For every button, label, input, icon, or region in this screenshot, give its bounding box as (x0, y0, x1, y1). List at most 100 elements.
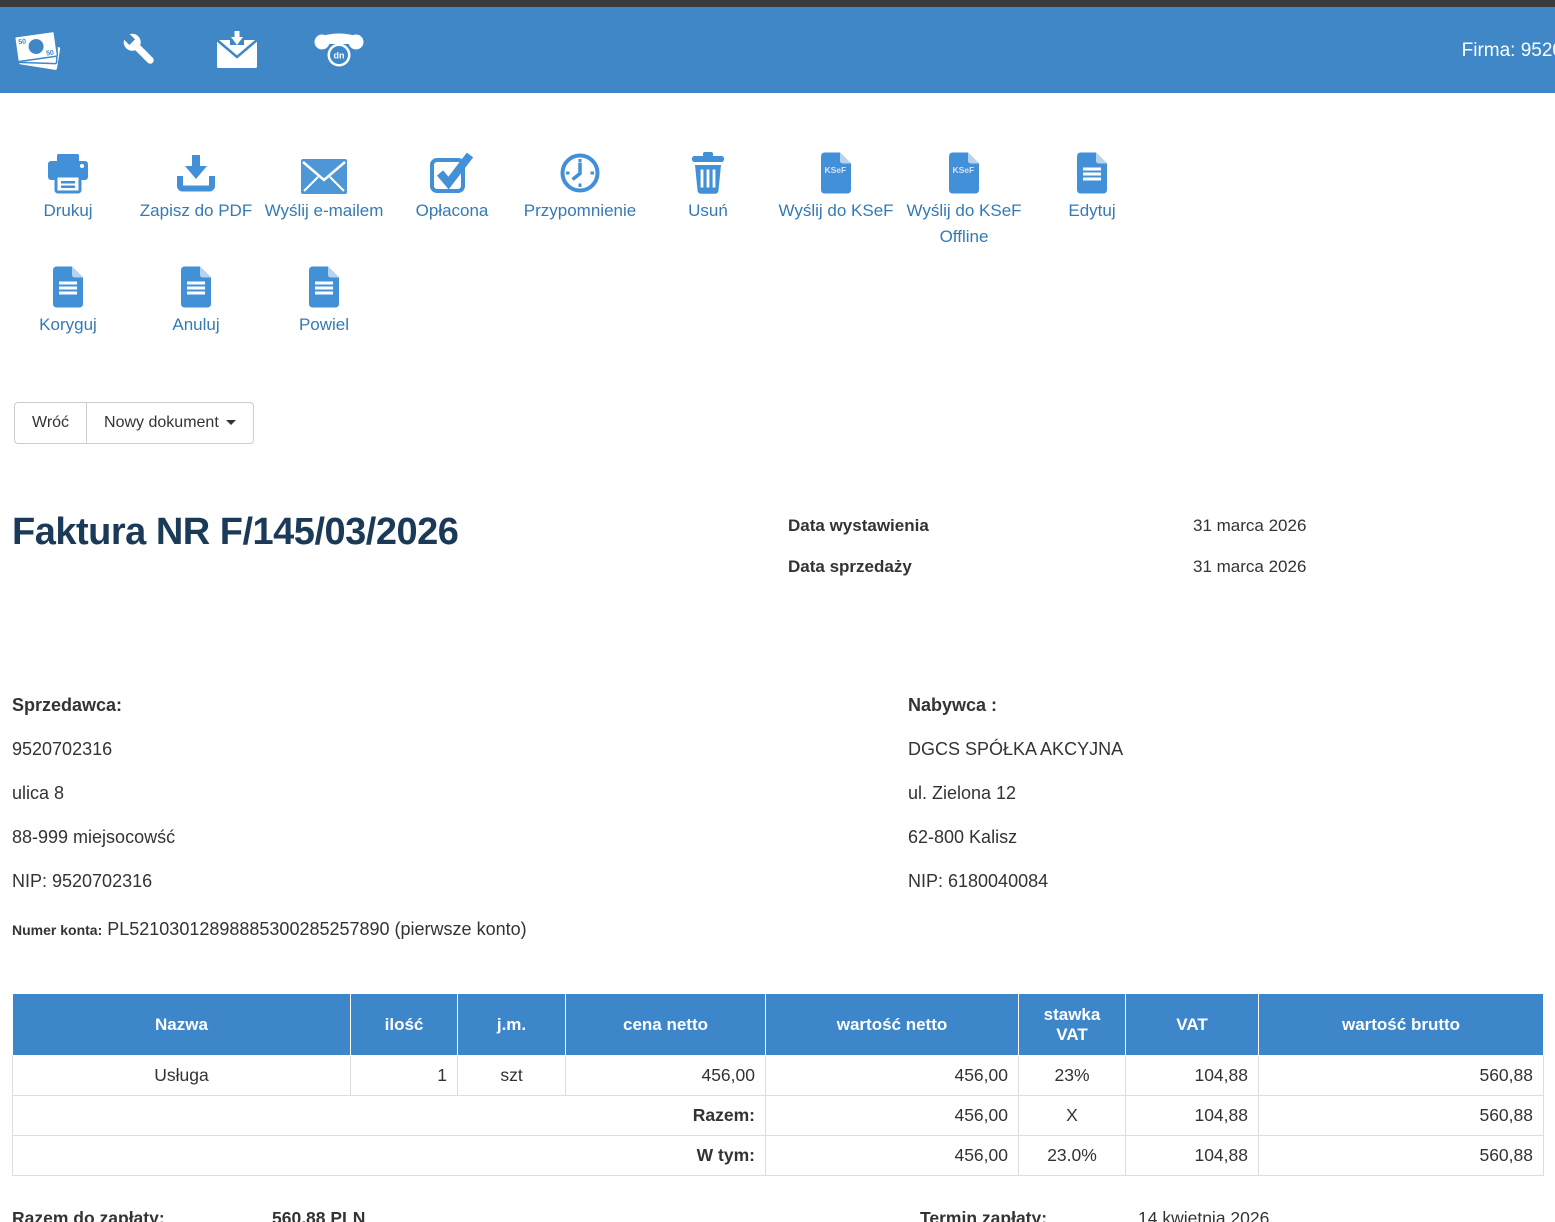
header-ilosc: ilość (351, 994, 458, 1056)
item-qty: 1 (351, 1056, 458, 1096)
file-text-icon (51, 264, 85, 308)
toolbar-label: Koryguj (39, 312, 97, 338)
printer-icon (46, 150, 90, 194)
save-pdf-button[interactable]: Zapisz do PDF (132, 150, 260, 224)
issue-date-label: Data wystawienia (788, 516, 1193, 536)
item-unit: szt (458, 1056, 566, 1096)
summary-label: W tym: (13, 1136, 766, 1176)
toolbar-label: Opłacona (416, 198, 489, 224)
header-vat: VAT (1126, 994, 1259, 1056)
file-text-icon (179, 264, 213, 308)
item-vat-amount: 104,88 (1126, 1056, 1259, 1096)
summary-vat-rate: 23.0% (1019, 1136, 1126, 1176)
check-square-icon (430, 150, 474, 194)
correct-button[interactable]: Koryguj (4, 264, 132, 338)
buyer-city: 62-800 Kalisz (908, 826, 1555, 848)
total-due-label: Razem do zapłaty: (12, 1208, 165, 1222)
toolbar-label: Edytuj (1068, 198, 1115, 224)
header-stawka-vat: stawka VAT (1019, 994, 1126, 1056)
svg-text:50: 50 (18, 38, 27, 46)
svg-text:dn: dn (334, 51, 345, 61)
toolbar-label: Usuń (688, 198, 728, 224)
send-ksef-offline-button[interactable]: KSeF Wyślij do KSeF Offline (900, 150, 1028, 250)
window-top-strip (0, 0, 1555, 7)
issue-date-row: Data wystawienia31 marca 2026 (788, 516, 1508, 557)
parties-section: Sprzedawca: 9520702316 ulica 8 88-999 mi… (0, 694, 1555, 946)
chevron-down-icon (226, 420, 236, 425)
sale-date-row: Data sprzedaży31 marca 2026 (788, 557, 1508, 598)
account-number-label: Numer konta: (12, 922, 102, 938)
svg-text:50: 50 (46, 50, 55, 58)
summary-net-value: 456,00 (766, 1096, 1019, 1136)
buyer-label: Nabywca : (908, 694, 1555, 716)
summary-vat-amount: 104,88 (1126, 1096, 1259, 1136)
buyer-nip: NIP: 6180040084 (908, 870, 1555, 892)
mail-download-icon[interactable] (216, 31, 258, 69)
delete-button[interactable]: Usuń (644, 150, 772, 224)
trash-icon (690, 150, 726, 194)
summary-gross-value: 560,88 (1259, 1136, 1544, 1176)
totals-row: Razem do zapłaty: 560,88 PLN Termin zapł… (0, 1208, 1555, 1222)
invoice-header: Faktura NR F/145/03/2026 Data wystawieni… (0, 508, 1555, 608)
header-jm: j.m. (458, 994, 566, 1056)
total-due-value: 560,88 PLN (272, 1208, 365, 1222)
reminder-button[interactable]: Przypomnienie (516, 150, 644, 224)
buyer-name: DGCS SPÓŁKA AKCYJNA (908, 738, 1555, 760)
back-button[interactable]: Wróć (14, 402, 87, 444)
toolbar-label: Wyślij e-mailem (265, 198, 384, 224)
company-label: Firma: 9520 (1462, 40, 1555, 62)
header-wartosc-brutto: wartość brutto (1259, 994, 1544, 1056)
send-email-button[interactable]: Wyślij e-mailem (260, 150, 388, 224)
sale-date-label: Data sprzedaży (788, 557, 1193, 577)
print-button[interactable]: Drukuj (4, 150, 132, 224)
buyer-block: Nabywca : DGCS SPÓŁKA AKCYJNA ul. Zielon… (908, 694, 1555, 946)
item-net-value: 456,00 (766, 1056, 1019, 1096)
envelope-icon (301, 150, 347, 194)
seller-nip: NIP: 9520702316 (12, 870, 908, 892)
banknotes-icon[interactable]: 50 50 (12, 28, 64, 72)
new-document-dropdown[interactable]: Nowy dokument (86, 402, 254, 444)
toolbar-label: Przypomnienie (524, 198, 636, 224)
ksef-file-icon: KSeF (819, 150, 853, 194)
header-wartosc-netto: wartość netto (766, 994, 1019, 1056)
download-icon (176, 150, 216, 194)
file-text-icon (307, 264, 341, 308)
top-navigation-bar: 50 50 dn F (0, 7, 1555, 93)
seller-city: 88-999 miejsocowść (12, 826, 908, 848)
table-header-row: Nazwa ilość j.m. cena netto wartość nett… (13, 994, 1544, 1056)
new-document-label: Nowy dokument (104, 414, 219, 431)
summary-vat-amount: 104,88 (1126, 1136, 1259, 1176)
table-summary-row-razem: Razem: 456,00 X 104,88 560,88 (13, 1096, 1544, 1136)
toolbar-row-2: Koryguj Anuluj Powiel (0, 264, 1555, 338)
phone-dn-icon[interactable]: dn (312, 29, 366, 71)
toolbar-label: Anuluj (172, 312, 219, 338)
payment-deadline-label: Termin zapłaty: (920, 1208, 1047, 1222)
issue-date-value: 31 marca 2026 (1193, 516, 1306, 535)
header-cena-netto: cena netto (566, 994, 766, 1056)
seller-block: Sprzedawca: 9520702316 ulica 8 88-999 mi… (0, 694, 908, 946)
summary-vat-rate: X (1019, 1096, 1126, 1136)
send-ksef-button[interactable]: KSeF Wyślij do KSeF (772, 150, 900, 224)
wrench-icon[interactable] (118, 28, 162, 72)
account-number-value: PL52103012898885300285257890 (pierwsze k… (107, 919, 526, 939)
sale-date-value: 31 marca 2026 (1193, 557, 1306, 576)
seller-account-row: Numer konta: PL5210301289888530028525789… (12, 914, 592, 946)
seller-name: 9520702316 (12, 738, 908, 760)
payment-deadline-value: 14 kwietnia 2026 (1138, 1208, 1269, 1222)
toolbar-label: Wyślij do KSeF Offline (900, 198, 1028, 250)
duplicate-button[interactable]: Powiel (260, 264, 388, 338)
seller-label: Sprzedawca: (12, 694, 908, 716)
item-name: Usługa (13, 1056, 351, 1096)
paid-button[interactable]: Opłacona (388, 150, 516, 224)
svg-text:KSeF: KSeF (825, 165, 847, 175)
cancel-button[interactable]: Anuluj (132, 264, 260, 338)
svg-text:KSeF: KSeF (953, 165, 975, 175)
file-text-icon (1075, 150, 1109, 194)
table-row: Usługa 1 szt 456,00 456,00 23% 104,88 56… (13, 1056, 1544, 1096)
buyer-street: ul. Zielona 12 (908, 782, 1555, 804)
summary-gross-value: 560,88 (1259, 1096, 1544, 1136)
items-table: Nazwa ilość j.m. cena netto wartość nett… (12, 993, 1544, 1176)
toolbar-label: Zapisz do PDF (140, 198, 252, 224)
toolbar-label: Drukuj (43, 198, 92, 224)
edit-button[interactable]: Edytuj (1028, 150, 1156, 224)
